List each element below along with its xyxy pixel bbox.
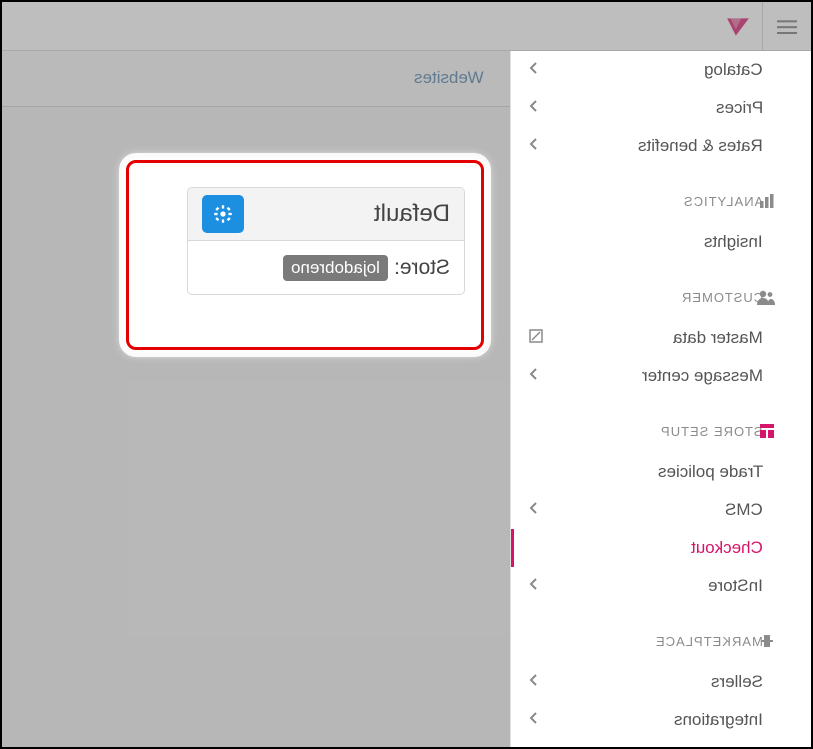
dim-overlay [2,51,510,747]
store-label: Store: [394,256,450,280]
chevron-left-icon [529,98,539,118]
highlight-callout: Default [126,160,484,350]
sidebar-item-sellers[interactable]: Sellers [511,663,811,701]
external-link-icon [529,328,543,348]
sidebar-item-cms[interactable]: CMS [511,491,811,529]
sidebar-item-insights[interactable]: Insights [511,223,811,261]
sidebar-item-instore[interactable]: InStore [511,567,811,605]
sidebar-label: Checkout [691,538,763,558]
card-header: Default [188,188,464,241]
chevron-left-icon [529,500,539,520]
sidebar-item-trade-policies[interactable]: Trade policies [511,453,811,491]
sidebar-label: Message center [642,366,763,386]
sidebar-label: CMS [725,500,763,520]
sidebar-label: Master data [673,328,763,348]
store-value: lojadobreno [291,258,380,278]
store-badge: lojadobreno [283,255,388,281]
sidebar-section-customer: CUSTOMER [511,275,811,319]
sidebar-item-catalog[interactable]: Catalog [511,51,811,89]
sidebar-section-analytics: ANALYTICS [511,179,811,223]
sidebar-label: Insights [704,232,763,252]
sidebar-item-integrations[interactable]: Integrations [511,701,811,739]
chevron-left-icon [529,60,539,80]
sidebar-section-marketplace: MARKETPLACE [511,619,811,663]
sidebar-item-message-center[interactable]: Message center [511,357,811,395]
chevron-left-icon [529,710,539,730]
chevron-left-icon [529,576,539,596]
sidebar-label: Rates & benefits [638,136,763,156]
sidebar-item-master-data[interactable]: Master data [511,319,811,357]
sidebar-item-checkout[interactable]: Checkout [511,529,811,567]
sidebar-section-store-setup: STORE SETUP [511,409,811,453]
sidebar-item-rates[interactable]: Rates & benefits [511,127,811,165]
gear-icon [213,204,233,224]
section-label: ANALYTICS [683,194,763,209]
chevron-left-icon [529,136,539,156]
sidebar-label: Trade policies [658,462,763,482]
section-label: MARKETPLACE [655,634,763,649]
sidebar-label: Catalog [704,60,763,80]
sidebar: Catalog Prices Rates & benefits ANALYTIC… [510,51,811,747]
sidebar-item-prices[interactable]: Prices [511,89,811,127]
app-frame: Catalog Prices Rates & benefits ANALYTIC… [0,0,813,749]
sidebar-label: InStore [708,576,763,596]
section-label: CUSTOMER [681,290,763,305]
settings-button[interactable] [202,195,244,233]
sidebar-label: Integrations [674,710,763,730]
card-store-row: Store: lojadobreno [188,241,464,294]
sidebar-label: Prices [716,98,763,118]
card-title: Default [374,200,450,228]
chevron-left-icon [529,672,539,692]
dim-overlay-top [2,2,811,51]
section-label: STORE SETUP [660,424,763,439]
checkout-card: Default [187,187,465,295]
sidebar-label: Sellers [711,672,763,692]
chevron-left-icon [529,366,539,386]
